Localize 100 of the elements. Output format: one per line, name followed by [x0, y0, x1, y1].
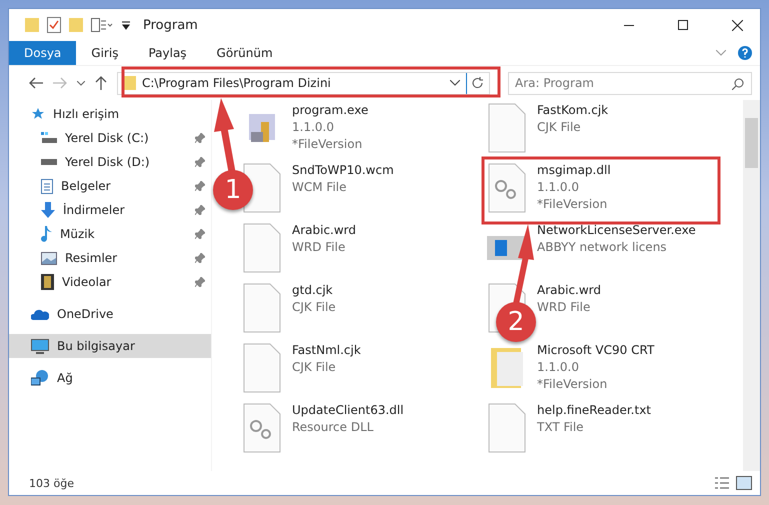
file-name[interactable]: program.exe [292, 102, 368, 118]
sidebar-item[interactable]: OneDrive [9, 302, 211, 326]
sidebar-label: Müzik [60, 227, 96, 241]
sidebar-item[interactable]: Müzik [9, 222, 211, 246]
star-icon [31, 107, 45, 121]
dropdown-caret-icon[interactable] [450, 80, 460, 86]
dropdown-caret-icon[interactable] [121, 20, 131, 30]
document-icon [41, 178, 53, 194]
pin-icon[interactable] [195, 205, 205, 215]
file-detail: TXT File [537, 419, 585, 435]
monitor-icon [31, 338, 49, 354]
item-count: 103 öğe [29, 476, 75, 490]
file-detail: 1.1.0.0 [537, 179, 580, 195]
file-detail: ABBYY network licens [537, 239, 668, 255]
file-name[interactable]: Arabic.wrd [292, 222, 356, 238]
drive-icon [41, 132, 57, 144]
file-detail: Resource DLL [292, 419, 374, 435]
film-icon [41, 274, 54, 290]
back-button[interactable] [29, 77, 43, 89]
sidebar-item[interactable]: Bu bilgisayar [9, 334, 211, 358]
scrollbar[interactable] [743, 100, 760, 471]
window-title: Program [143, 18, 199, 32]
sidebar-item[interactable]: Belgeler [9, 174, 211, 198]
search-icon [732, 78, 744, 90]
sidebar-label: Hızlı erişim [53, 107, 120, 121]
file-detail: 1.1.0.0 [292, 119, 335, 135]
sidebar-label: Belgeler [61, 179, 112, 193]
sidebar-item[interactable]: İndirmeler [9, 198, 211, 222]
file-detail: *FileVersion [292, 136, 364, 152]
document-icon [243, 283, 281, 333]
minimize-icon [624, 24, 634, 26]
pin-icon[interactable] [195, 133, 205, 143]
close-icon [732, 20, 742, 30]
chevron-icon [716, 50, 726, 56]
file-name[interactable]: FastKom.cjk [537, 102, 608, 118]
pin-icon[interactable] [195, 253, 205, 263]
checklist-icon[interactable] [47, 17, 61, 33]
address-bar[interactable]: C:\Program Files\Program Dizini [117, 72, 490, 94]
document-icon [488, 103, 526, 153]
file-detail: WCM File [292, 179, 348, 195]
properties-icon[interactable] [91, 18, 113, 32]
maximize-icon [678, 20, 688, 30]
sidebar-item[interactable]: Hızlı erişim [9, 102, 211, 126]
file-detail: CJK File [292, 299, 336, 315]
file-detail: *FileVersion [537, 376, 608, 392]
file-detail: *FileVersion [537, 196, 608, 212]
sidebar-label: Ağ [57, 371, 74, 385]
tiles-view-icon[interactable] [736, 476, 752, 490]
file-name[interactable]: Microsoft VC90 CRT [537, 342, 654, 358]
sidebar-item[interactable]: Videolar [9, 270, 211, 294]
file-name[interactable]: gtd.cjk [292, 282, 336, 298]
pin-icon[interactable] [195, 229, 205, 239]
file-detail: CJK File [537, 119, 582, 135]
file-name[interactable]: msgimap.dll [537, 162, 611, 178]
ribbon-tab[interactable]: Dosya [9, 41, 76, 65]
sidebar-label: İndirmeler [63, 203, 126, 217]
sidebar-item[interactable]: Ağ [9, 366, 211, 390]
file-detail: WRD File [537, 299, 592, 315]
recent-locations-button[interactable] [77, 80, 85, 86]
file-detail: WRD File [292, 239, 346, 255]
ribbon-tab[interactable]: Paylaş [133, 41, 202, 65]
sidebar-label: Videolar [62, 275, 112, 289]
address-path: C:\Program Files\Program Dizini [142, 76, 332, 90]
gears-document-icon [488, 163, 526, 213]
file-name[interactable]: FastNml.cjk [292, 342, 361, 358]
file-name[interactable]: NetworkLicenseServer.exe [537, 222, 696, 238]
sidebar-item[interactable]: Yerel Disk (D:) [9, 150, 211, 174]
sidebar-item[interactable]: Resimler [9, 246, 211, 270]
gears-document-icon [243, 403, 281, 453]
ribbon-tab[interactable]: Giriş [76, 41, 134, 65]
scrollbar-thumb[interactable] [745, 118, 758, 168]
file-name[interactable]: SndToWP10.wcm [292, 162, 394, 178]
document-icon [243, 223, 281, 273]
drive-icon [41, 159, 57, 165]
forward-button[interactable] [53, 77, 67, 89]
sidebar-label: Yerel Disk (D:) [65, 155, 151, 169]
pin-icon[interactable] [195, 181, 205, 191]
sidebar-label: Yerel Disk (C:) [65, 131, 150, 145]
up-button[interactable] [95, 76, 107, 90]
file-detail: CJK File [292, 359, 337, 375]
details-view-icon[interactable] [714, 476, 730, 490]
ribbon-tab[interactable]: Görünüm [202, 41, 288, 65]
sidebar-label: Resimler [65, 251, 118, 265]
music-note-icon [41, 226, 52, 242]
pin-icon[interactable] [195, 157, 205, 167]
file-name[interactable]: help.fineReader.txt [537, 402, 651, 418]
picture-icon [41, 252, 57, 264]
cloud-icon [31, 308, 49, 320]
file-name[interactable]: Arabic.wrd [537, 282, 602, 298]
network-globe-icon [31, 370, 49, 386]
search-field[interactable]: Ara: Program [508, 72, 752, 94]
application-icon [249, 114, 275, 142]
sidebar-label: Bu bilgisayar [57, 339, 136, 353]
download-arrow-icon [41, 202, 55, 218]
sidebar-item[interactable]: Yerel Disk (C:) [9, 126, 211, 150]
sidebar-label: OneDrive [57, 307, 114, 321]
file-name[interactable]: UpdateClient63.dll [292, 402, 404, 418]
document-icon [243, 343, 281, 393]
pin-icon[interactable] [195, 277, 205, 287]
document-icon [488, 403, 526, 453]
